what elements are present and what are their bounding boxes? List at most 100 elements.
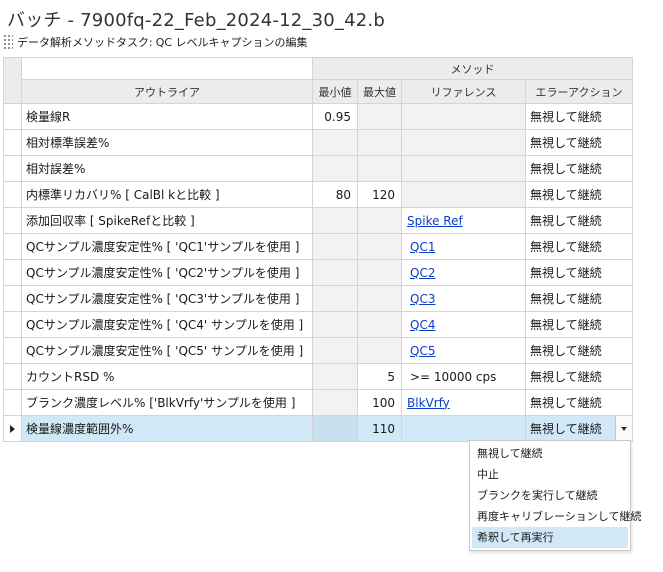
table-row[interactable]: QCサンプル濃度安定性% [ 'QC3'サンプルを使用 ] QC3 無視して継続 bbox=[3, 285, 633, 312]
outlier-cell[interactable]: 添加回収率 [ SpikeRefと比較 ] bbox=[21, 207, 313, 234]
outlier-cell[interactable]: QCサンプル濃度安定性% [ 'QC5' サンプルを使用 ] bbox=[21, 337, 313, 364]
reference-cell[interactable]: QC3 bbox=[401, 285, 526, 312]
outlier-cell[interactable]: 相対誤差% bbox=[21, 155, 313, 182]
column-header-reference[interactable]: リファレンス bbox=[401, 79, 526, 104]
max-cell[interactable]: 120 bbox=[357, 181, 402, 208]
action-cell[interactable]: 無視して継続 bbox=[525, 233, 633, 260]
row-header[interactable] bbox=[3, 207, 22, 234]
outlier-cell[interactable]: 検量線濃度範囲外% bbox=[21, 415, 313, 442]
min-cell bbox=[312, 233, 358, 260]
task-label: データ解析メソッドタスク: bbox=[17, 36, 153, 49]
action-cell[interactable]: 無視して継続 bbox=[525, 129, 633, 156]
outlier-cell[interactable]: 検量線R bbox=[21, 103, 313, 130]
max-cell[interactable]: 100 bbox=[357, 389, 402, 416]
row-header[interactable] bbox=[3, 311, 22, 338]
column-header-action[interactable]: エラーアクション bbox=[525, 79, 633, 104]
min-cell bbox=[312, 129, 358, 156]
table-row[interactable]: QCサンプル濃度安定性% [ 'QC4' サンプルを使用 ] QC4 無視して継… bbox=[3, 311, 633, 338]
action-dropdown-list: 無視して継続 中止 ブランクを実行して継続 再度キャリブレーションして継続 希釈… bbox=[469, 440, 641, 551]
table-row[interactable]: 相対誤差% 無視して継続 bbox=[3, 155, 633, 182]
reference-cell[interactable]: Spike Ref bbox=[401, 207, 526, 234]
reference-link[interactable]: QC3 bbox=[410, 292, 435, 306]
outlier-cell[interactable]: QCサンプル濃度安定性% [ 'QC2'サンプルを使用 ] bbox=[21, 259, 313, 286]
reference-cell[interactable]: BlkVrfy bbox=[401, 389, 526, 416]
row-header[interactable] bbox=[3, 259, 22, 286]
reference-link[interactable]: BlkVrfy bbox=[407, 396, 450, 410]
reference-link[interactable]: QC2 bbox=[410, 266, 435, 280]
dropdown-option[interactable]: 中止 bbox=[472, 464, 628, 485]
min-cell bbox=[312, 285, 358, 312]
outlier-cell[interactable]: 内標準リカバリ% [ CalBl kと比較 ] bbox=[21, 181, 313, 208]
table-row[interactable]: カウントRSD % 5 >= 10000 cps 無視して継続 bbox=[3, 363, 633, 390]
min-cell[interactable]: 80 bbox=[312, 181, 358, 208]
action-cell[interactable]: 無視して継続 bbox=[525, 285, 633, 312]
reference-link[interactable]: QC1 bbox=[410, 240, 435, 254]
table-row[interactable]: QCサンプル濃度安定性% [ 'QC1'サンプルを使用 ] QC1 無視して継続 bbox=[3, 233, 633, 260]
table-row-selected[interactable]: 検量線濃度範囲外% 110 無視して継続 bbox=[3, 415, 633, 442]
row-header[interactable] bbox=[3, 181, 22, 208]
table-row[interactable]: QCサンプル濃度安定性% [ 'QC5' サンプルを使用 ] QC5 無視して継… bbox=[3, 337, 633, 364]
dropdown-button[interactable] bbox=[615, 416, 632, 441]
action-cell[interactable]: 無視して継続 bbox=[525, 389, 633, 416]
outlier-cell[interactable]: QCサンプル濃度安定性% [ 'QC3'サンプルを使用 ] bbox=[21, 285, 313, 312]
outlier-grid: メソッド アウトライア 最小値 最大値 リファレンス エラーアクション 検量線R… bbox=[3, 57, 633, 442]
row-header[interactable] bbox=[3, 129, 22, 156]
row-header[interactable] bbox=[3, 155, 22, 182]
table-row[interactable]: QCサンプル濃度安定性% [ 'QC2'サンプルを使用 ] QC2 無視して継続 bbox=[3, 259, 633, 286]
table-row[interactable]: 相対標準誤差% 無視して継続 bbox=[3, 129, 633, 156]
max-cell bbox=[357, 129, 402, 156]
action-cell[interactable]: 無視して継続 bbox=[525, 337, 633, 364]
min-cell bbox=[312, 311, 358, 338]
outlier-cell[interactable]: QCサンプル濃度安定性% [ 'QC1'サンプルを使用 ] bbox=[21, 233, 313, 260]
table-row[interactable]: ブランク濃度レベル% ['BlkVrfy'サンプルを使用 ] 100 BlkVr… bbox=[3, 389, 633, 416]
row-header[interactable] bbox=[3, 337, 22, 364]
column-header-min[interactable]: 最小値 bbox=[312, 79, 358, 104]
max-cell[interactable]: 5 bbox=[357, 363, 402, 390]
row-header-current[interactable] bbox=[3, 415, 22, 442]
action-cell[interactable]: 無視して継続 bbox=[525, 363, 633, 390]
row-header[interactable] bbox=[3, 103, 22, 130]
reference-cell[interactable]: QC4 bbox=[401, 311, 526, 338]
reference-cell[interactable]: >= 10000 cps bbox=[401, 363, 526, 390]
reference-cell[interactable]: QC1 bbox=[401, 233, 526, 260]
outlier-cell[interactable]: ブランク濃度レベル% ['BlkVrfy'サンプルを使用 ] bbox=[21, 389, 313, 416]
table-row[interactable]: 内標準リカバリ% [ CalBl kと比較 ] 80 120 無視して継続 bbox=[3, 181, 633, 208]
column-header-max[interactable]: 最大値 bbox=[357, 79, 402, 104]
action-cell[interactable]: 無視して継続 bbox=[525, 103, 633, 130]
action-cell[interactable]: 無視して継続 bbox=[525, 207, 633, 234]
table-row[interactable]: 検量線R 0.95 無視して継続 bbox=[3, 103, 633, 130]
reference-cell[interactable]: QC5 bbox=[401, 337, 526, 364]
min-cell[interactable]: 0.95 bbox=[312, 103, 358, 130]
dropdown-option[interactable]: 無視して継続 bbox=[472, 443, 628, 464]
reference-link[interactable]: QC4 bbox=[410, 318, 435, 332]
column-header-outlier[interactable]: アウトライア bbox=[21, 79, 313, 104]
toolbar-grip-icon[interactable] bbox=[3, 34, 13, 50]
dropdown-option-highlighted[interactable]: 希釈して再実行 bbox=[472, 527, 628, 548]
action-cell[interactable]: 無視して継続 bbox=[525, 155, 633, 182]
min-cell bbox=[312, 207, 358, 234]
reference-link[interactable]: Spike Ref bbox=[407, 214, 463, 228]
action-combobox[interactable]: 無視して継続 bbox=[525, 415, 633, 442]
group-header-method: メソッド bbox=[312, 57, 633, 80]
max-cell bbox=[357, 311, 402, 338]
action-cell[interactable]: 無視して継続 bbox=[525, 259, 633, 286]
row-header[interactable] bbox=[3, 233, 22, 260]
outlier-cell[interactable]: QCサンプル濃度安定性% [ 'QC4' サンプルを使用 ] bbox=[21, 311, 313, 338]
reference-cell[interactable]: QC2 bbox=[401, 259, 526, 286]
outlier-cell[interactable]: カウントRSD % bbox=[21, 363, 313, 390]
chevron-down-icon bbox=[621, 426, 627, 431]
row-header[interactable] bbox=[3, 285, 22, 312]
action-cell[interactable]: 無視して継続 bbox=[525, 311, 633, 338]
row-header[interactable] bbox=[3, 363, 22, 390]
reference-link[interactable]: QC5 bbox=[410, 344, 435, 358]
table-row[interactable]: 添加回収率 [ SpikeRefと比較 ] Spike Ref 無視して継続 bbox=[3, 207, 633, 234]
reference-cell[interactable] bbox=[401, 415, 526, 442]
max-cell bbox=[357, 259, 402, 286]
row-header[interactable] bbox=[3, 389, 22, 416]
dropdown-option[interactable]: 再度キャリブレーションして継続 bbox=[472, 506, 641, 527]
reference-cell bbox=[401, 103, 526, 130]
max-cell[interactable]: 110 bbox=[357, 415, 402, 442]
dropdown-option[interactable]: ブランクを実行して継続 bbox=[472, 485, 628, 506]
outlier-cell[interactable]: 相対標準誤差% bbox=[21, 129, 313, 156]
action-cell[interactable]: 無視して継続 bbox=[525, 181, 633, 208]
